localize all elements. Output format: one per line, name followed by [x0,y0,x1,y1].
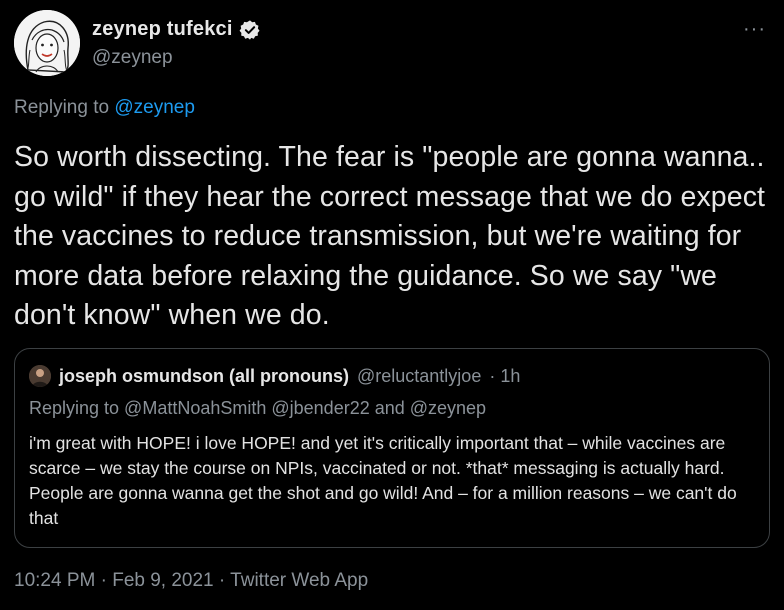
quoted-replying-to: Replying to @MattNoahSmith @jbender22 an… [29,398,487,418]
tweet-meta: 10:24 PM · Feb 9, 2021 · Twitter Web App [14,570,369,591]
verified-badge-icon [239,19,260,40]
person-photo-icon [29,365,51,387]
quoted-author-avatar [29,365,51,387]
author-display-name-text[interactable]: zeynep tufekci [92,18,233,41]
replying-mention-link[interactable]: @zeynep [114,97,195,118]
quoted-tweet-text: i'm great with HOPE! i love HOPE! and ye… [29,433,737,528]
quoted-author-handle[interactable]: @reluctantlyjoe [357,366,481,387]
illustrated-portrait-avatar-icon [14,10,80,76]
quoted-tweet-header: joseph osmundson (all pronouns) @relucta… [29,365,520,387]
replying-prefix: Replying to [14,97,110,118]
author-name-block: zeynep tufekci @zeynep [92,18,261,69]
quoted-tweet[interactable]: joseph osmundson (all pronouns) @relucta… [14,348,770,548]
author-avatar[interactable] [14,10,80,76]
quoted-author-name[interactable]: joseph osmundson (all pronouns) [59,366,349,387]
tweet-header: zeynep tufekci @zeynep ··· [14,10,770,80]
author-display-name[interactable]: zeynep tufekci [92,18,261,41]
author-handle[interactable]: @zeynep [92,47,261,69]
tweet-text: So worth dissecting. The fear is "people… [14,141,766,331]
quoted-tweet-time: · 1h [489,365,521,386]
ellipsis-icon[interactable]: ··· [743,18,766,41]
replying-to: Replying to @zeynep [14,97,195,119]
